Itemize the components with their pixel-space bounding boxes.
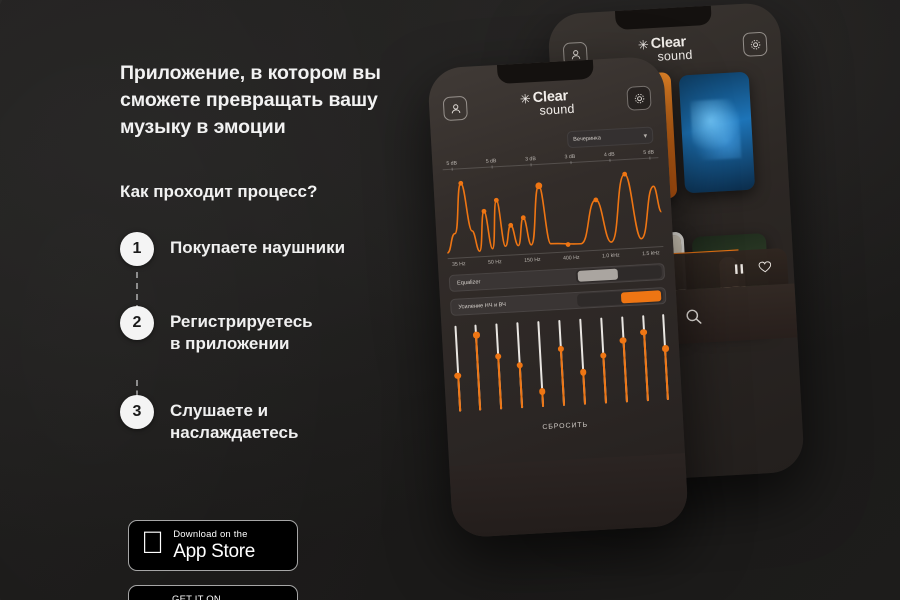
- band-slider[interactable]: [557, 319, 566, 406]
- freq-tick-label: 35 Hz: [451, 261, 466, 268]
- band-slider[interactable]: [579, 318, 587, 405]
- slider-fill: [622, 340, 628, 403]
- pause-icon[interactable]: [733, 262, 745, 276]
- equalizer-screen: Вечеринка ▾ 5 dB 5 dB 3 dB 3 dB 4 dB 5 dB 35 …: [431, 118, 684, 437]
- process-subheading: Как проходит процесс?: [120, 182, 318, 201]
- gear-icon[interactable]: [626, 85, 652, 111]
- app-store-small-label: Download on the: [150, 528, 247, 540]
- heart-icon[interactable]: [758, 261, 772, 274]
- db-tick-label: 3 dB: [564, 153, 576, 161]
- db-tick-label: 5 dB: [485, 158, 497, 165]
- person-icon[interactable]: [442, 95, 468, 122]
- slider-fill: [475, 334, 482, 411]
- step-number-badge: 3: [120, 395, 154, 430]
- slider-fill: [664, 348, 670, 401]
- freq-tick-label: 50 Hz: [487, 259, 502, 266]
- toggle-track[interactable]: [575, 265, 663, 283]
- band-slider[interactable]: [453, 325, 462, 412]
- slider-fill: [559, 349, 566, 406]
- slider-knob[interactable]: [579, 368, 587, 376]
- app-store-button[interactable]:  Download on the App Store: [128, 520, 298, 571]
- landing-page: Приложение, в котором вы сможете превращ…: [0, 0, 900, 600]
- phone-front-mockup: ✳ Clear sound Вечеринка ▾ 5 dB 5 dB 3 dB…: [427, 55, 689, 539]
- band-sliders: [453, 314, 670, 412]
- freq-tick-label: 1.5 kHz: [641, 250, 660, 258]
- toggle-bass-treble-boost[interactable]: Усиление НЧ и ВЧ: [449, 286, 667, 317]
- card-secondary[interactable]: [678, 71, 756, 194]
- slider-fill: [602, 355, 607, 404]
- freq-tick-label: 400 Hz: [562, 254, 580, 262]
- band-slider[interactable]: [473, 324, 482, 411]
- freq-tick-label: 150 Hz: [524, 256, 541, 264]
- db-tick-label: 5 dB: [446, 160, 458, 168]
- reset-button[interactable]: СБРОСИТЬ: [447, 416, 683, 436]
- toggle-knob: [620, 290, 662, 304]
- phone-bottom-area: [449, 453, 689, 539]
- step-label: Слушаете и наслаждаетесь: [170, 401, 299, 443]
- step-label: Покупаете наушники: [170, 238, 346, 257]
- front-app-header: ✳ Clear sound: [427, 56, 666, 127]
- step-item: 1 Покупаете наушники: [120, 232, 420, 266]
- preset-value: Вечеринка: [573, 134, 602, 143]
- app-logo: ✳ Clear sound: [519, 88, 575, 118]
- slider-knob[interactable]: [516, 361, 524, 369]
- slider-knob[interactable]: [495, 352, 502, 360]
- step-label: Регистрируетесь в приложении: [170, 312, 313, 354]
- gear-icon[interactable]: [742, 31, 768, 57]
- page-headline: Приложение, в котором вы сможете превращ…: [120, 62, 381, 138]
- chevron-down-icon: ▾: [643, 132, 648, 140]
- sparkle-icon: ✳: [637, 36, 650, 53]
- search-icon[interactable]: [685, 307, 703, 325]
- slider-knob[interactable]: [599, 352, 607, 359]
- slider-knob[interactable]: [454, 372, 462, 379]
- toggle-label: Усиление НЧ и ВЧ: [458, 301, 507, 311]
- slider-fill: [582, 371, 586, 405]
- google-play-small-label: GET IT ON: [172, 593, 221, 600]
- slider-knob[interactable]: [473, 331, 480, 339]
- eq-curve-chart: [443, 160, 663, 258]
- slider-knob[interactable]: [619, 337, 627, 344]
- band-slider[interactable]: [516, 322, 524, 409]
- steps-list: 1 Покупаете наушники 2 Регистрируетесь в…: [120, 232, 420, 444]
- db-tick-label: 3 dB: [525, 156, 537, 163]
- toggle-equalizer[interactable]: Equalizer: [448, 263, 666, 293]
- db-tick-label: 5 dB: [643, 149, 655, 157]
- apple-icon: : [141, 527, 164, 558]
- slider-knob[interactable]: [662, 345, 669, 352]
- slider-knob[interactable]: [557, 345, 565, 353]
- preset-dropdown[interactable]: Вечеринка ▾: [566, 126, 654, 149]
- band-slider[interactable]: [662, 314, 670, 401]
- toggle-label: Equalizer: [456, 278, 481, 287]
- band-slider[interactable]: [599, 317, 607, 404]
- sparkle-icon: ✳: [519, 90, 532, 107]
- slider-fill: [642, 332, 649, 402]
- band-slider[interactable]: [640, 315, 649, 402]
- step-item: 3 Слушаете и наслаждаетесь: [120, 395, 420, 444]
- logo-line-2: sound: [539, 101, 575, 118]
- db-tick-label: 4 dB: [603, 151, 615, 159]
- toggle-knob: [577, 268, 619, 282]
- slider-fill: [518, 365, 524, 409]
- slider-fill: [456, 375, 461, 412]
- step-number-badge: 1: [120, 232, 154, 266]
- step-item: 2 Регистрируетесь в приложении: [120, 306, 420, 355]
- google-play-button[interactable]: GET IT ON Google Play: [128, 585, 298, 600]
- toggle-track[interactable]: [576, 289, 664, 307]
- slider-fill: [497, 356, 503, 410]
- band-slider[interactable]: [495, 323, 503, 410]
- app-store-big-label: App Store: [150, 541, 255, 563]
- band-slider[interactable]: [537, 321, 546, 408]
- freq-tick-label: 1.0 kHz: [601, 252, 620, 260]
- band-slider[interactable]: [619, 316, 628, 403]
- slider-knob[interactable]: [640, 329, 648, 336]
- eq-panel: Вечеринка ▾ 5 dB 5 dB 3 dB 3 dB 4 dB 5 dB 35 …: [441, 118, 664, 269]
- slider-knob[interactable]: [538, 388, 546, 395]
- step-number-badge: 2: [120, 306, 154, 340]
- store-badges:  Download on the App Store GET IT ON Go…: [128, 520, 298, 600]
